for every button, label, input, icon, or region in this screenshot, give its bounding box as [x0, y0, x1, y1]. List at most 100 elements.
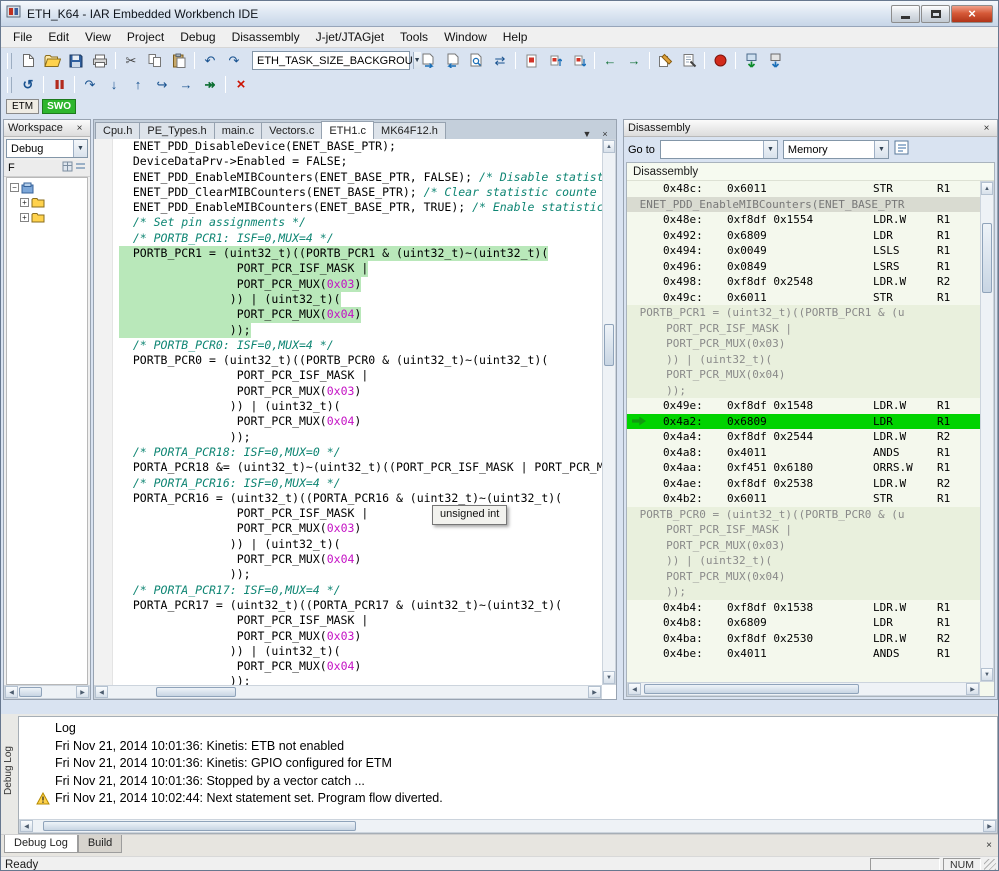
close-button[interactable]: × — [951, 5, 993, 23]
replace-button[interactable]: ⇄ — [488, 50, 512, 71]
copy-button[interactable] — [143, 50, 167, 71]
minimize-button[interactable] — [891, 5, 920, 23]
workspace-hscrollbar[interactable]: ◀ ▶ — [4, 685, 90, 699]
workspace-tree[interactable]: −++ — [6, 177, 88, 685]
chevron-down-icon[interactable]: ▼ — [73, 140, 87, 157]
scroll-left-icon[interactable]: ◀ — [95, 686, 108, 698]
toggle-bookmark-button[interactable] — [519, 50, 543, 71]
breakpoint-gutter[interactable] — [94, 139, 113, 699]
download-and-debug-button[interactable] — [739, 50, 763, 71]
scroll-right-icon[interactable]: ▶ — [966, 683, 979, 695]
view-mode-combo[interactable]: Memory ▼ — [783, 140, 889, 159]
bottom-tab-build[interactable]: Build — [78, 835, 122, 853]
menu-tools[interactable]: Tools — [392, 28, 436, 46]
scroll-down-icon[interactable]: ▼ — [981, 668, 993, 681]
scroll-up-icon[interactable]: ▲ — [603, 140, 615, 153]
disassembly-hscrollbar[interactable]: ◀ ▶ — [627, 682, 980, 696]
workspace-close-button[interactable]: × — [73, 122, 86, 135]
menu-help[interactable]: Help — [495, 28, 536, 46]
menu-debug[interactable]: Debug — [172, 28, 223, 46]
next-bookmark-button[interactable] — [567, 50, 591, 71]
disassembly-close-button[interactable]: × — [980, 122, 993, 135]
show-code-button[interactable] — [894, 140, 910, 159]
compile-button[interactable] — [677, 50, 701, 71]
tree-node-folder[interactable]: + — [7, 195, 87, 210]
step-into-button[interactable]: ↓ — [102, 74, 126, 95]
tab-cpu-h[interactable]: Cpu.h — [95, 122, 140, 139]
tree-node-folder[interactable]: + — [7, 210, 87, 225]
cut-button[interactable]: ✂ — [119, 50, 143, 71]
tab-vectors-c[interactable]: Vectors.c — [261, 122, 322, 139]
tab-list-icon[interactable]: ▼ — [580, 129, 594, 139]
editor-hscrollbar[interactable]: ◀ ▶ — [94, 685, 602, 699]
paste-button[interactable] — [167, 50, 191, 71]
scroll-right-icon[interactable]: ▶ — [76, 686, 89, 698]
print-button[interactable] — [88, 50, 112, 71]
scroll-up-icon[interactable]: ▲ — [981, 182, 993, 195]
tab-main-c[interactable]: main.c — [214, 122, 262, 139]
scroll-down-icon[interactable]: ▼ — [603, 671, 615, 684]
log-view[interactable]: Log Fri Nov 21, 2014 10:01:36: Kinetis: … — [18, 716, 998, 834]
disassembly-vscrollbar[interactable]: ▲ ▼ — [980, 181, 994, 682]
tab-mk64f12-h[interactable]: MK64F12.h — [373, 122, 446, 139]
log-side-tab[interactable]: Debug Log — [3, 746, 14, 795]
goto-combo[interactable]: ▼ — [660, 140, 778, 159]
open-file-button[interactable] — [40, 50, 64, 71]
menu-window[interactable]: Window — [436, 28, 495, 46]
menu-project[interactable]: Project — [119, 28, 172, 46]
menu-file[interactable]: File — [5, 28, 40, 46]
bottom-tab-debug-log[interactable]: Debug Log — [4, 835, 78, 853]
editor-close-icon[interactable]: × — [598, 129, 612, 139]
chevron-down-icon[interactable]: ▼ — [874, 141, 888, 158]
navigate-forward-button[interactable]: → — [622, 50, 646, 71]
navigate-backward-button[interactable]: ← — [598, 50, 622, 71]
swo-indicator[interactable]: SWO — [42, 99, 76, 114]
chevron-down-icon[interactable]: ▼ — [763, 141, 777, 158]
tab-pe-types-h[interactable]: PE_Types.h — [139, 122, 214, 139]
menu-edit[interactable]: Edit — [40, 28, 77, 46]
break-button[interactable] — [47, 74, 71, 95]
tree-node-project[interactable]: − — [7, 180, 87, 195]
log-hscrollbar[interactable]: ◀ ▶ — [19, 819, 997, 833]
maximize-button[interactable] — [921, 5, 950, 23]
debug-without-downloading-button[interactable] — [763, 50, 787, 71]
undo-button[interactable]: ↶ — [198, 50, 222, 71]
toolbar-grip[interactable] — [7, 77, 12, 93]
step-over-button[interactable]: ↷ — [78, 74, 102, 95]
disassembly-view[interactable]: Disassembly 0x48c:0x6011STRR1 ENET_PDD_E… — [626, 162, 995, 697]
etm-indicator[interactable]: ETM — [6, 99, 39, 114]
make-button[interactable] — [653, 50, 677, 71]
redo-button[interactable]: ↷ — [222, 50, 246, 71]
run-to-cursor-button[interactable]: → — [174, 74, 198, 95]
toolbar-grip[interactable] — [7, 53, 12, 69]
reset-button[interactable]: ↺ — [16, 74, 40, 95]
scroll-left-icon[interactable]: ◀ — [628, 683, 641, 695]
next-statement-button[interactable]: ↪ — [150, 74, 174, 95]
scroll-left-icon[interactable]: ◀ — [20, 820, 33, 832]
collapse-icon[interactable]: − — [10, 183, 19, 192]
find-next-button[interactable] — [416, 50, 440, 71]
editor-vscrollbar[interactable]: ▲ ▼ — [602, 139, 616, 685]
new-document-button[interactable] — [16, 50, 40, 71]
save-button[interactable] — [64, 50, 88, 71]
scroll-right-icon[interactable]: ▶ — [983, 820, 996, 832]
find-combo[interactable]: ETH_TASK_SIZE_BACKGROU ▼ — [252, 51, 410, 70]
go-button[interactable]: ↠ — [198, 74, 222, 95]
previous-bookmark-button[interactable] — [543, 50, 567, 71]
scroll-left-icon[interactable]: ◀ — [5, 686, 18, 698]
expand-icon[interactable]: + — [20, 198, 29, 207]
tab-eth1-c[interactable]: ETH1.c — [321, 121, 374, 139]
menu-disassembly[interactable]: Disassembly — [224, 28, 308, 46]
find-previous-button[interactable] — [440, 50, 464, 71]
titlebar[interactable]: ETH_K64 - IAR Embedded Workbench IDE × — [1, 1, 998, 27]
code-editor[interactable]: ENET_PDD_DisableDevice(ENET_BASE_PTR); D… — [94, 139, 616, 699]
toggle-breakpoint-button[interactable] — [708, 50, 732, 71]
workspace-config-select[interactable]: Debug ▼ — [6, 139, 88, 158]
expand-icon[interactable]: + — [20, 213, 29, 222]
find-in-files-button[interactable] — [464, 50, 488, 71]
log-panel-close-button[interactable]: × — [982, 838, 996, 852]
step-out-button[interactable]: ↑ — [126, 74, 150, 95]
stop-debugging-button[interactable]: × — [229, 74, 253, 95]
menu-view[interactable]: View — [77, 28, 119, 46]
resize-grip-icon[interactable] — [984, 859, 996, 871]
